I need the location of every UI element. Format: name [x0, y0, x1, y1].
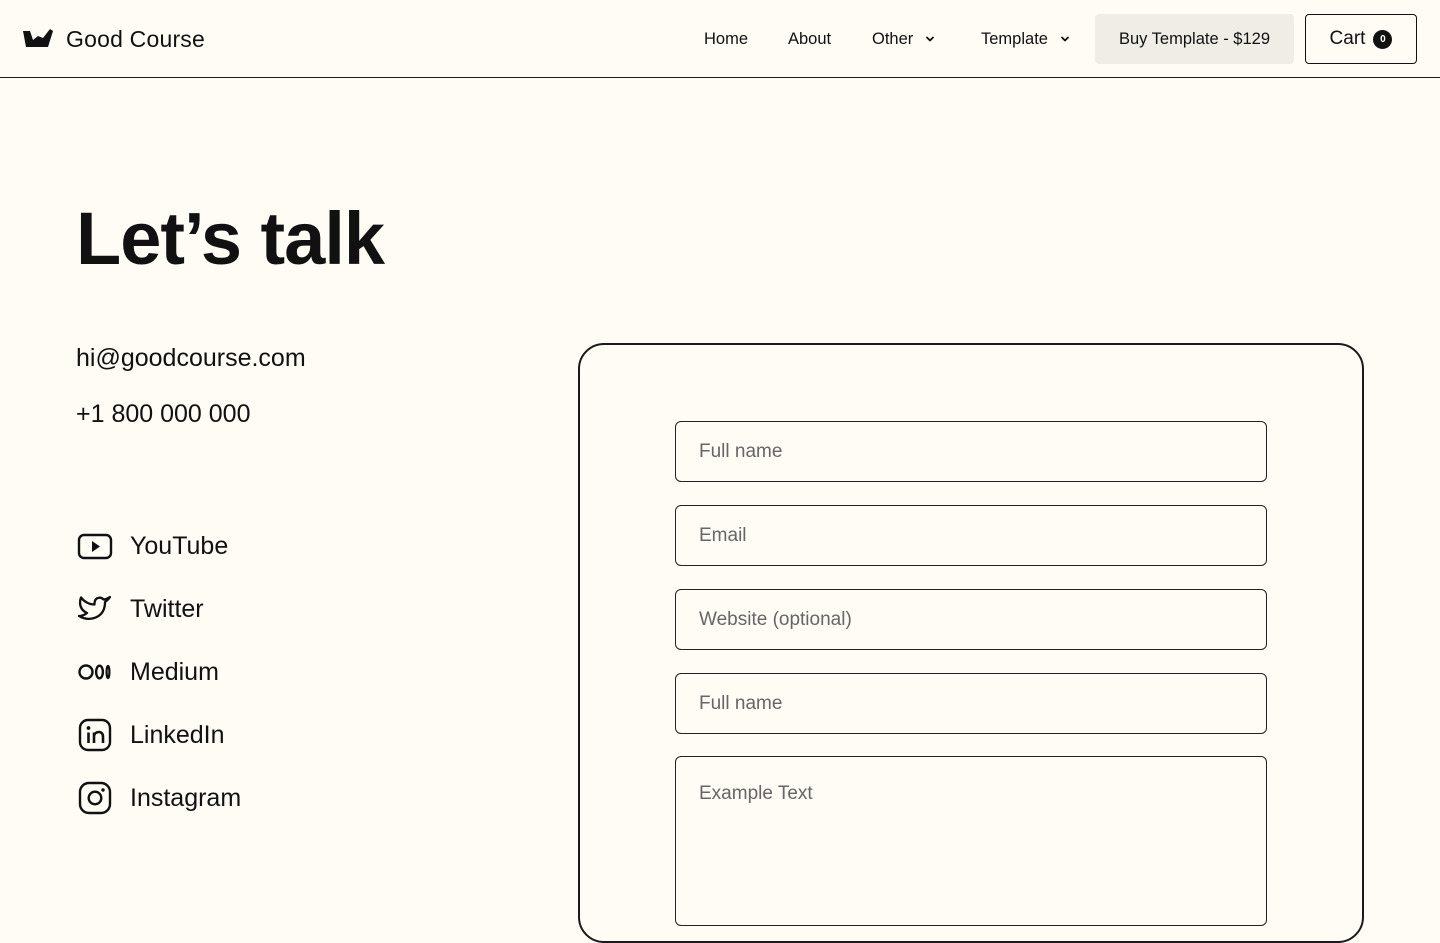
brand-name: Good Course	[66, 25, 205, 52]
buy-template-label: Buy Template - $129	[1118, 29, 1271, 48]
cart-label: Cart	[1329, 28, 1366, 49]
cart-button[interactable]: Cart 0	[1305, 14, 1417, 64]
chevron-down-icon	[926, 36, 935, 42]
twitter-icon	[77, 595, 112, 620]
youtube-icon	[77, 533, 113, 560]
social-link-linkedin[interactable]: LinkedIn	[76, 715, 225, 755]
nav-other-label: Other	[872, 29, 914, 48]
nav-home[interactable]: Home	[704, 26, 748, 52]
social-link-twitter[interactable]: Twitter	[76, 589, 204, 629]
email-input[interactable]	[675, 505, 1267, 566]
social-link-medium[interactable]: Medium	[76, 652, 219, 692]
good-course-logo-icon	[23, 29, 53, 47]
nav-about[interactable]: About	[788, 26, 831, 52]
instagram-icon	[78, 781, 112, 815]
full-name-input[interactable]	[675, 421, 1267, 482]
medium-icon	[78, 664, 111, 680]
social-link-instagram[interactable]: Instagram	[76, 778, 241, 818]
nav-template-dropdown[interactable]: Template	[981, 26, 1070, 52]
social-label-medium: Medium	[130, 657, 219, 686]
page-title: Let’s talk	[76, 197, 385, 280]
linkedin-icon	[78, 718, 112, 752]
social-label-youtube: YouTube	[130, 531, 229, 560]
contact-email-link[interactable]: hi@goodcourse.com	[76, 344, 306, 373]
website-input[interactable]	[675, 589, 1267, 650]
buy-template-button[interactable]: Buy Template - $129	[1095, 14, 1294, 64]
message-textarea[interactable]	[675, 756, 1267, 926]
social-label-instagram: Instagram	[130, 783, 242, 812]
chevron-down-icon	[1061, 36, 1069, 42]
social-label-linkedin: LinkedIn	[130, 720, 225, 749]
full-name-input-secondary[interactable]	[675, 673, 1267, 734]
social-label-twitter: Twitter	[130, 594, 204, 623]
brand-link[interactable]: Good Course	[22, 24, 205, 54]
nav-template-label: Template	[981, 29, 1048, 48]
cart-count-badge: 0	[1373, 29, 1393, 49]
contact-phone-link[interactable]: +1 800 000 000	[76, 400, 250, 429]
top-navigation-bar: Good Course Home About Other Template Bu…	[0, 0, 1440, 78]
nav-home-label: Home	[704, 29, 749, 48]
nav-about-label: About	[788, 29, 832, 48]
nav-other-dropdown[interactable]: Other	[872, 26, 935, 52]
social-link-youtube[interactable]: YouTube	[76, 526, 228, 566]
